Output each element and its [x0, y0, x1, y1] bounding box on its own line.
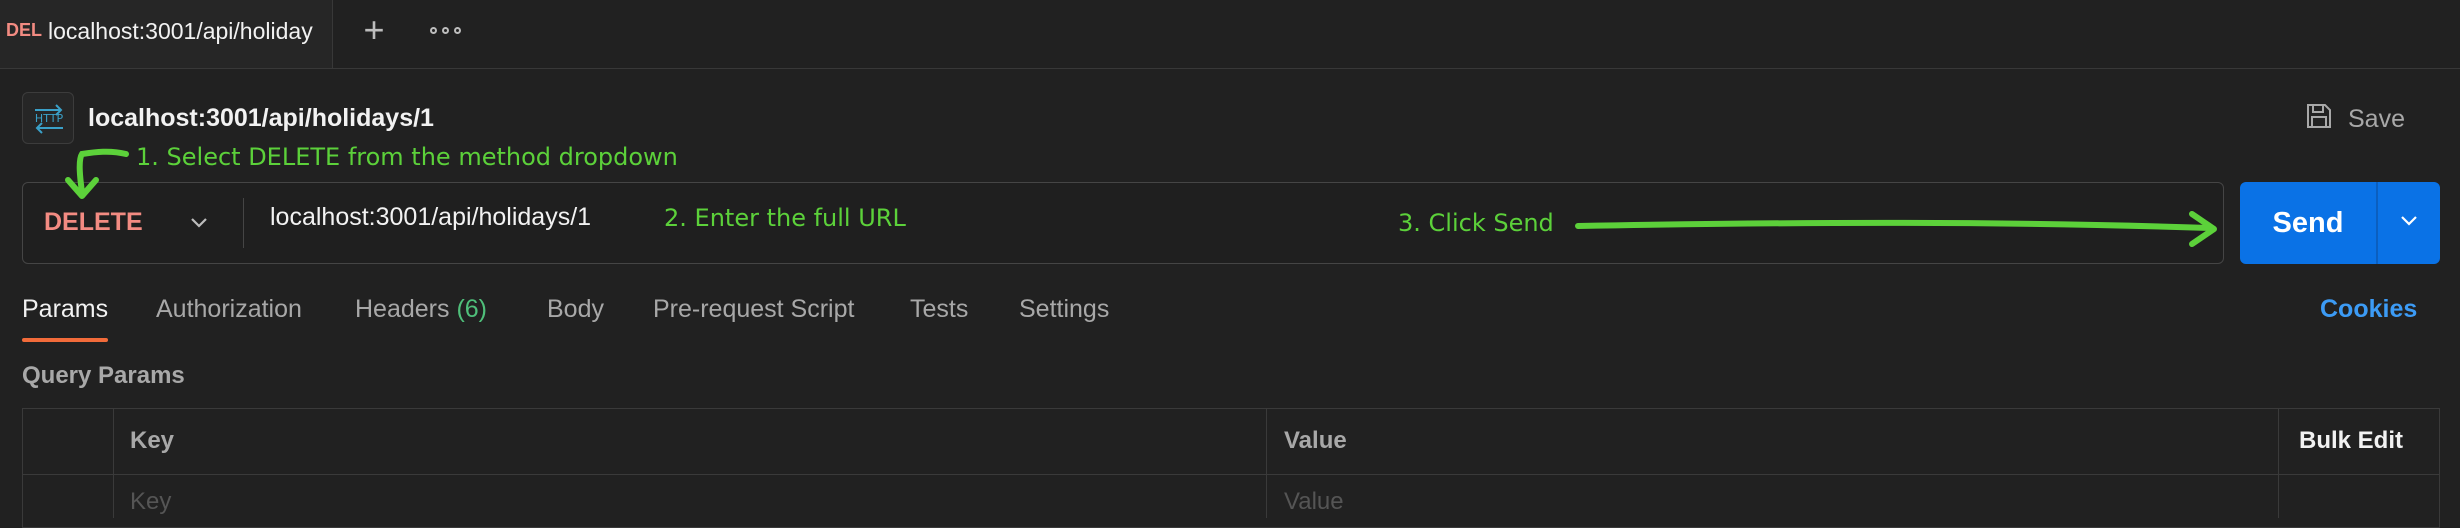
annotation-step-1: 1. Select DELETE from the method dropdow… [136, 143, 678, 171]
annotation-step-3: 3. Click Send [1398, 209, 1554, 237]
annotation-arrows [65, 148, 2217, 247]
annotation-step-2: 2. Enter the full URL [664, 204, 906, 232]
